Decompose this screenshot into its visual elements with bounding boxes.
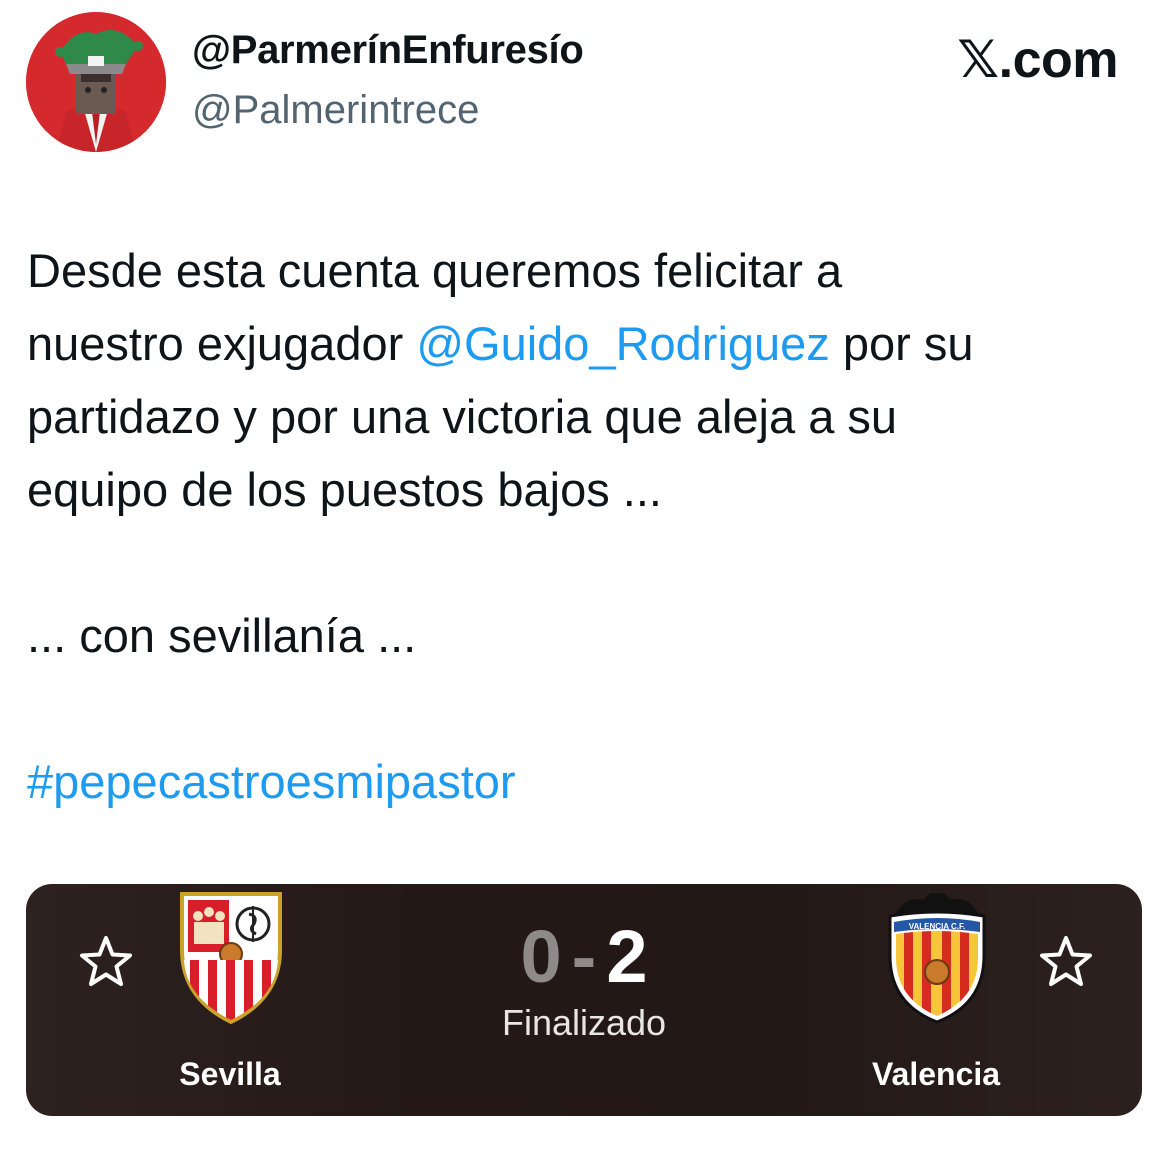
mention-link[interactable]: @Guido_Rodriguez	[416, 317, 830, 370]
hashtag-link[interactable]: #pepecastroesmipastor	[27, 745, 1147, 818]
away-team-name[interactable]: Valencia	[836, 1056, 1036, 1093]
away-score: 2	[606, 915, 648, 998]
home-team-name[interactable]: Sevilla	[130, 1056, 330, 1093]
valencia-crest-text: VALENCIA C.F.	[909, 922, 965, 931]
tweet-line: Desde esta cuenta queremos felicitar a	[27, 244, 843, 297]
avatar[interactable]	[26, 12, 166, 152]
home-score: 0	[520, 915, 562, 998]
favorite-star-icon[interactable]	[1036, 932, 1096, 992]
x-com-logo: 𝕏.com	[957, 31, 1118, 89]
tweet-text: Desde esta cuenta queremos felicitar a n…	[27, 234, 1147, 818]
favorite-star-icon[interactable]	[76, 932, 136, 992]
match-score: 0-2	[484, 914, 684, 999]
author-handle[interactable]: @Palmerintrece	[192, 88, 479, 133]
profile-avatar-icon	[26, 12, 166, 152]
author-display-name[interactable]: @ParmerínEnfuresío	[192, 28, 584, 73]
tweet-line: partidazo y por una victoria que aleja a…	[27, 390, 898, 443]
match-status: Finalizado	[501, 1002, 667, 1043]
sevilla-crest-icon	[180, 892, 282, 1025]
score-separator: -	[571, 915, 597, 998]
match-score-card[interactable]: 0-2 Finalizado VALENCIA C.F. Sevilla Val…	[26, 884, 1142, 1116]
tweet-text-segment: nuestro exjugador	[27, 317, 417, 370]
tweet-text-segment: por su	[829, 317, 974, 370]
tweet-line: equipo de los puestos bajos ...	[27, 463, 662, 516]
tweet-line: ... con sevillanía ...	[27, 609, 417, 662]
valencia-crest-icon: VALENCIA C.F.	[888, 892, 986, 1024]
tweet-line: nuestro exjugador @Guido_Rodriguez por s…	[27, 307, 1147, 380]
